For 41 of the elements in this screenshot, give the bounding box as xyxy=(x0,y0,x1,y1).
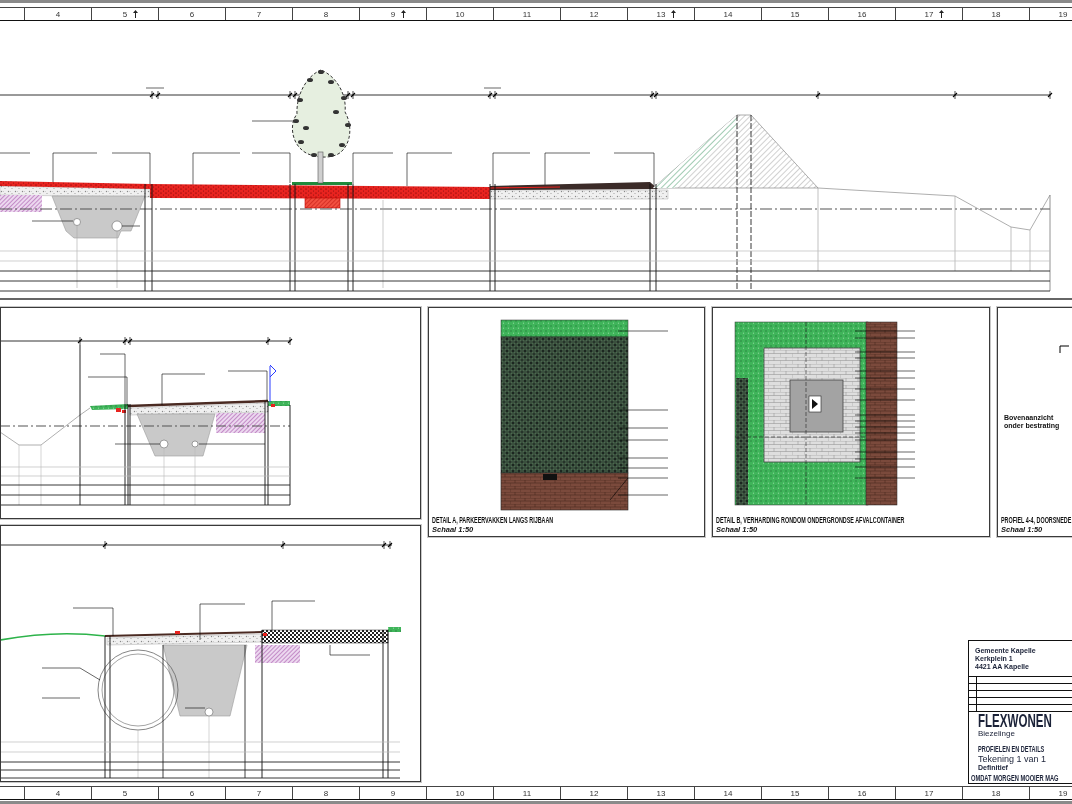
grid-number: 12 xyxy=(589,788,599,798)
grid-number: 15 xyxy=(790,9,800,19)
detail-title: DETAIL B, VERHARDING RONDOM ONDERGRONDSE AFVALCONTAINER xyxy=(716,516,905,525)
grid-number: 18 xyxy=(991,9,1001,19)
grid-number: 17 xyxy=(924,9,934,19)
grid-number: 12 xyxy=(589,9,599,19)
grid-number: 4 xyxy=(55,9,61,19)
grid-number: 8 xyxy=(323,788,329,798)
grid-number: 19 xyxy=(1058,9,1068,19)
grid-number: 13 xyxy=(656,788,666,798)
detail-title: DETAIL A, PARKEERVAKKEN LANGS RIJBAAN xyxy=(432,516,554,525)
grid-number: 18 xyxy=(991,788,1001,798)
grid-number: 4 xyxy=(55,788,61,798)
grid-number: 7 xyxy=(256,788,262,798)
grid-number: 16 xyxy=(857,788,867,798)
sheet-number: Tekening 1 van 1 xyxy=(978,754,1047,764)
grid-number: 13 xyxy=(656,9,666,19)
grid-number: 17 xyxy=(924,788,934,798)
grid-number: 15 xyxy=(790,788,800,798)
detail-title: PROFIEL 4-4, DOORSNEDE xyxy=(1001,516,1072,525)
grid-number: 11 xyxy=(522,788,532,798)
project-name: FLEXWONEN xyxy=(978,714,1052,729)
grid-number: 9 xyxy=(390,788,396,798)
grid-number: 8 xyxy=(323,9,329,19)
slogan-text: OMDAT MORGEN MOOIER MAG xyxy=(971,773,1059,783)
grid-number: 5 xyxy=(122,788,128,798)
grid-number: 10 xyxy=(455,788,465,798)
corner-line-drawing xyxy=(1057,345,1070,354)
grid-number: 14 xyxy=(723,788,733,798)
location-name: Biezelinge xyxy=(978,729,1015,739)
grid-number: 5 xyxy=(122,9,128,19)
grid-number: 14 xyxy=(723,9,733,19)
grid-number: 7 xyxy=(256,9,262,19)
drawing-subject: PROFIELEN EN DETAILS xyxy=(978,745,1045,754)
grid-number: 6 xyxy=(189,788,195,798)
grid-number: 11 xyxy=(522,9,532,19)
grid-number: 19 xyxy=(1058,788,1068,798)
grid-number: 16 xyxy=(857,9,867,19)
grid-number: 9 xyxy=(390,9,396,19)
grid-number: 6 xyxy=(189,9,195,19)
grid-number: 10 xyxy=(455,9,465,19)
